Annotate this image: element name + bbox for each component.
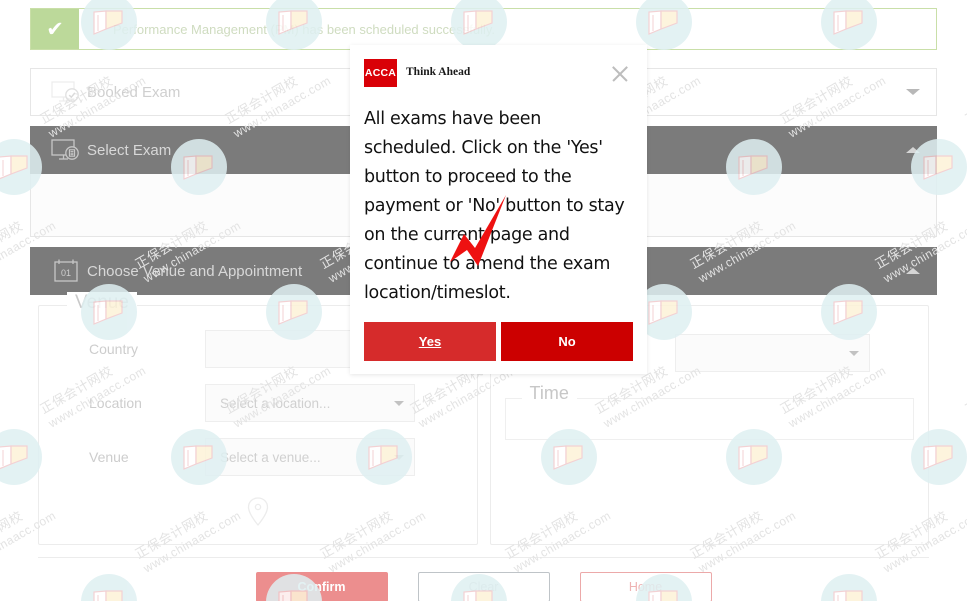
clear-button[interactable]: Clear (417, 572, 550, 601)
venue-select-value: Select a venue... (220, 449, 321, 465)
map-pin-icon (247, 497, 268, 526)
time-field[interactable]: Time (504, 383, 914, 440)
form-actions: Confirm Clear Home (38, 557, 929, 601)
time-legend: Time (521, 383, 577, 404)
venue-label: Venue (89, 449, 129, 465)
venue-row: Venue Select a venue... (53, 436, 463, 478)
chevron-down-icon (394, 454, 404, 460)
date-select[interactable] (674, 334, 870, 372)
panel-title-choose-venue: Choose Venue and Appointment (87, 262, 303, 280)
close-icon[interactable] (607, 61, 633, 87)
monitor-check-icon (45, 80, 87, 105)
chevron-up-icon[interactable] (906, 268, 920, 274)
chevron-down-icon (394, 400, 404, 406)
location-label: Location (89, 395, 142, 411)
panel-title-select-exam: Select Exam (87, 141, 172, 159)
location-row: Location Select a location... (53, 382, 463, 424)
check-icon: ✔ (31, 9, 79, 49)
confirm-button[interactable]: Confirm (255, 572, 388, 601)
acca-tagline: Think Ahead (406, 66, 471, 78)
success-banner: ✔ Performance Management (PM) has been s… (30, 8, 937, 50)
venue-select[interactable]: Select a venue... (205, 438, 415, 476)
location-select[interactable]: Select a location... (205, 384, 415, 422)
modal-actions: Yes No (364, 322, 633, 374)
location-select-value: Select a location... (220, 395, 331, 411)
country-label: Country (89, 341, 139, 357)
calendar-01-icon: 01 (45, 258, 87, 284)
home-button[interactable]: Home (579, 572, 712, 601)
svg-text:01: 01 (61, 268, 71, 278)
monitor-document-icon (45, 138, 87, 163)
modal-message: All exams have been scheduled. Click on … (364, 109, 625, 303)
success-banner-message: Performance Management (PM) has been sch… (113, 21, 496, 37)
acca-logo: ACCA (364, 59, 397, 87)
map-pin-wrap (53, 490, 463, 528)
yes-button[interactable]: Yes (364, 322, 496, 361)
confirmation-modal: ACCA Think Ahead All exams have been sch… (350, 45, 647, 374)
chevron-down-icon[interactable] (906, 89, 920, 95)
application-root: 正保会计网校 www.chinaacc.com 正保会计网校 www.chinaacc… (0, 0, 967, 601)
chevron-down-icon (848, 350, 859, 356)
no-button[interactable]: No (501, 322, 633, 361)
modal-header: ACCA Think Ahead (364, 59, 633, 87)
venue-legend: Venue (67, 292, 137, 314)
panel-title-booked-exam: Booked Exam (87, 83, 181, 101)
chevron-up-icon[interactable] (906, 147, 920, 153)
